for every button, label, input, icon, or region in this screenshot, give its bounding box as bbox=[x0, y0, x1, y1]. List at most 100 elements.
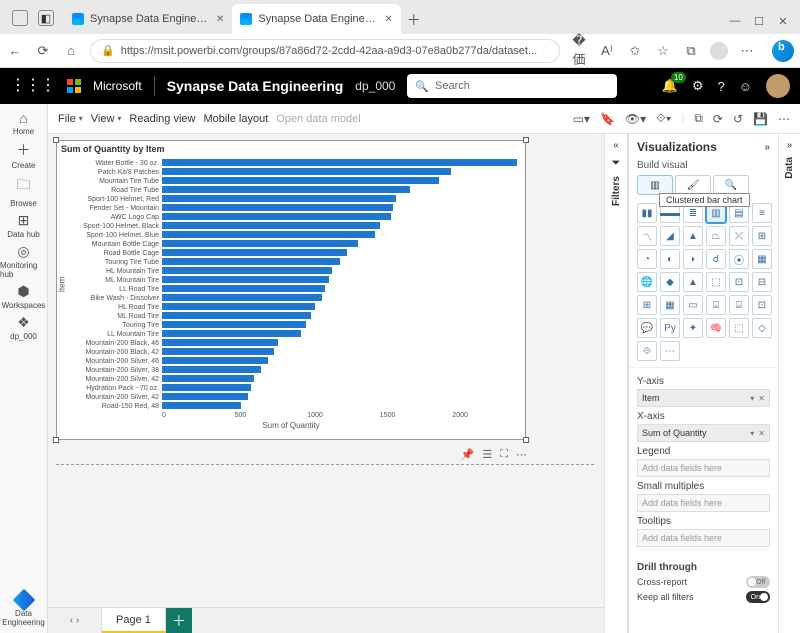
minimize-icon[interactable]: — bbox=[728, 14, 742, 28]
bar[interactable] bbox=[162, 375, 254, 382]
bar[interactable] bbox=[162, 186, 410, 193]
viz-type-icon[interactable]: ⬚ bbox=[706, 272, 726, 292]
close-icon[interactable]: ✕ bbox=[216, 14, 224, 25]
rail-item[interactable]: ⌂Home bbox=[0, 108, 47, 138]
viz-type-icon[interactable]: ✦ bbox=[683, 318, 703, 338]
copy-icon[interactable]: ⧉ bbox=[694, 111, 703, 126]
chart-visual[interactable]: Sum of Quantity by Item Item Water Bottl… bbox=[56, 140, 526, 440]
viz-type-icon[interactable]: 🧠 bbox=[706, 318, 726, 338]
bar[interactable] bbox=[162, 402, 241, 409]
smalulttype-well[interactable]: Add data fields here bbox=[637, 494, 770, 512]
focus-icon[interactable]: ⛶ bbox=[500, 448, 508, 461]
maximize-icon[interactable]: ☐ bbox=[752, 14, 766, 28]
viz-type-icon[interactable]: ▲ bbox=[683, 226, 703, 246]
viz-type-icon[interactable]: ⦿ bbox=[729, 249, 749, 269]
feedback-icon[interactable]: ☺ bbox=[739, 79, 752, 94]
viz-type-icon[interactable]: ▦ bbox=[660, 295, 680, 315]
chevron-down-icon[interactable]: ▾ bbox=[750, 429, 754, 438]
bar[interactable] bbox=[162, 204, 393, 211]
viz-type-icon[interactable]: 💬 bbox=[637, 318, 657, 338]
viz-type-icon[interactable]: ▦ bbox=[752, 249, 772, 269]
rail-item[interactable]: 🗀Browse bbox=[0, 172, 47, 210]
viz-type-icon[interactable]: ≡ bbox=[752, 203, 772, 223]
viz-type-icon[interactable]: ☌ bbox=[706, 249, 726, 269]
filter-icon[interactable]: ☰ bbox=[482, 448, 492, 461]
rail-item[interactable]: ❖dp_000 bbox=[0, 312, 47, 343]
yaxis-well[interactable]: Item ▾✕ bbox=[637, 389, 770, 407]
viz-type-icon[interactable]: ⟐ bbox=[637, 341, 657, 361]
refresh-icon[interactable]: ⟳ bbox=[34, 43, 52, 59]
report-canvas[interactable]: Sum of Quantity by Item Item Water Bottl… bbox=[48, 134, 604, 633]
settings-icon[interactable]: ⚙ bbox=[692, 78, 704, 94]
viz-type-icon[interactable]: ⊟ bbox=[752, 272, 772, 292]
tooltips-well[interactable]: Add data fields here bbox=[637, 529, 770, 547]
viz-type-icon[interactable]: ◢ bbox=[660, 226, 680, 246]
viz-type-icon[interactable]: ⤫ bbox=[729, 226, 749, 246]
sync-icon[interactable]: �価 bbox=[570, 33, 588, 68]
format-visual-tab[interactable]: 🖌 bbox=[675, 175, 711, 195]
add-page-button[interactable]: ＋ bbox=[166, 608, 192, 633]
pages-pane-toggle[interactable]: ‹ › bbox=[48, 608, 102, 633]
viz-type-icon[interactable]: ▮▮ bbox=[637, 203, 657, 223]
resize-handle[interactable] bbox=[523, 137, 529, 143]
bookmark-icon[interactable]: 🔖 bbox=[600, 112, 615, 126]
bar[interactable] bbox=[162, 357, 268, 364]
resize-handle[interactable] bbox=[53, 137, 59, 143]
bar[interactable] bbox=[162, 366, 261, 373]
viz-type-icon[interactable]: Py bbox=[660, 318, 680, 338]
bar[interactable] bbox=[162, 195, 396, 202]
bar[interactable] bbox=[162, 321, 306, 328]
viz-type-icon[interactable]: ⬚ bbox=[729, 318, 749, 338]
viz-type-icon[interactable]: ⌸ bbox=[729, 295, 749, 315]
legend-well[interactable]: Add data fields here bbox=[637, 459, 770, 477]
viz-type-icon[interactable]: ⊞ bbox=[752, 226, 772, 246]
view-icon[interactable]: 👁▾ bbox=[625, 112, 646, 126]
rail-item-persona[interactable]: Data Engineering bbox=[0, 590, 47, 633]
drill-icon[interactable]: ⟐▾ bbox=[656, 111, 671, 126]
page-tab[interactable]: Page 1 bbox=[102, 608, 166, 633]
reset-icon[interactable]: ↺ bbox=[733, 112, 743, 126]
user-avatar[interactable] bbox=[766, 74, 790, 98]
viz-type-icon[interactable]: 〽 bbox=[637, 226, 657, 246]
viz-type-icon[interactable]: ▲ bbox=[683, 272, 703, 292]
data-pane-collapsed[interactable]: » Data bbox=[778, 134, 800, 633]
viz-type-icon[interactable]: ◔ bbox=[637, 249, 657, 269]
address-input[interactable]: 🔒 https://msit.powerbi.com/groups/87a86d… bbox=[90, 39, 560, 63]
resize-handle[interactable] bbox=[53, 437, 59, 443]
bar[interactable] bbox=[162, 240, 358, 247]
profile-icon[interactable] bbox=[710, 42, 728, 60]
rail-item[interactable]: ⊞Data hub bbox=[0, 210, 47, 241]
visual-more-icon[interactable]: ⋯ bbox=[516, 448, 527, 461]
bar[interactable] bbox=[162, 258, 340, 265]
bing-icon[interactable] bbox=[772, 40, 794, 62]
bar[interactable] bbox=[162, 330, 301, 337]
bar[interactable] bbox=[162, 222, 380, 229]
remove-field-icon[interactable]: ✕ bbox=[758, 394, 765, 403]
bar[interactable] bbox=[162, 249, 347, 256]
viz-type-icon[interactable]: ◐ bbox=[660, 249, 680, 269]
build-visual-tab[interactable]: ▥ bbox=[637, 175, 673, 195]
rail-item[interactable]: ＋Create bbox=[0, 138, 47, 172]
new-tab-button[interactable]: ＋ bbox=[401, 10, 427, 34]
chevron-down-icon[interactable]: ▾ bbox=[750, 394, 754, 403]
back-icon[interactable]: ← bbox=[6, 43, 24, 58]
bar[interactable] bbox=[162, 276, 329, 283]
viz-type-icon[interactable]: ⊡ bbox=[729, 272, 749, 292]
bar[interactable] bbox=[162, 168, 451, 175]
explore-icon[interactable]: ▭▾ bbox=[573, 112, 590, 126]
filters-pane-collapsed[interactable]: « ⏷ Filters bbox=[604, 134, 628, 633]
bar[interactable] bbox=[162, 159, 517, 166]
bar[interactable] bbox=[162, 384, 251, 391]
bar[interactable] bbox=[162, 348, 274, 355]
viz-type-icon[interactable]: ⋯ bbox=[660, 341, 680, 361]
ribbon-more-icon[interactable]: ⋯ bbox=[778, 112, 790, 126]
menu-view[interactable]: View▾ bbox=[91, 113, 122, 125]
rail-item[interactable]: ◎Monitoring hub bbox=[0, 241, 47, 281]
expand-icon[interactable]: » bbox=[787, 140, 793, 151]
rail-item[interactable]: ⬢Workspaces bbox=[0, 281, 47, 312]
viz-type-icon[interactable]: ⊞ bbox=[637, 295, 657, 315]
help-icon[interactable]: ? bbox=[717, 79, 724, 94]
browser-tab-active[interactable]: Synapse Data Engineering ✕ bbox=[232, 4, 400, 34]
bar[interactable] bbox=[162, 285, 325, 292]
bar[interactable] bbox=[162, 393, 248, 400]
